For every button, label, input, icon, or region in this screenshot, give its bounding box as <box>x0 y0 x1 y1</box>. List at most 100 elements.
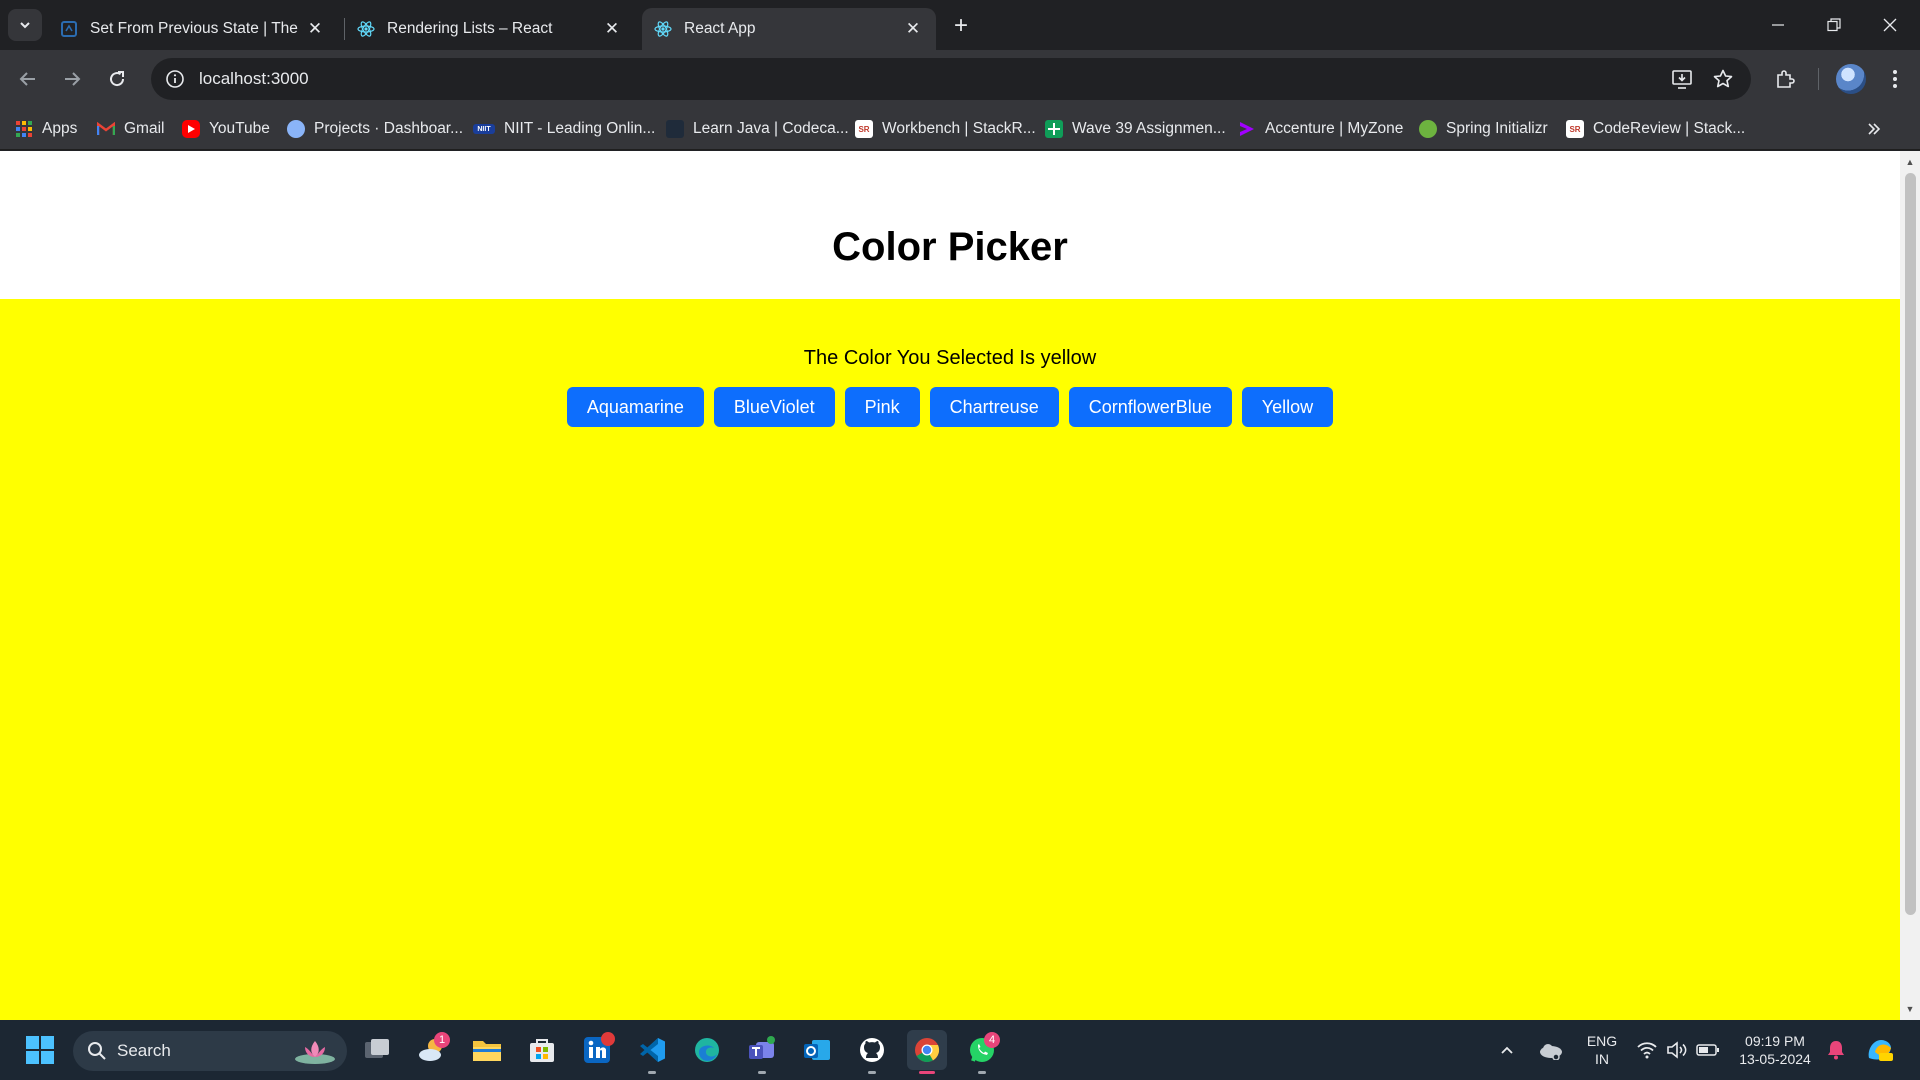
bookmark-projects-dashboard[interactable]: Projects · Dashboar... <box>287 108 463 150</box>
scrollbar-thumb[interactable] <box>1905 173 1916 915</box>
wifi-icon[interactable] <box>1632 1030 1662 1070</box>
bookmark-learn-java[interactable]: Learn Java | Codeca... <box>666 108 849 150</box>
sheets-icon <box>1045 120 1063 138</box>
notification-badge <box>601 1032 615 1046</box>
clock[interactable]: 09:19 PM 13-05-2024 <box>1730 1032 1820 1068</box>
copilot-icon[interactable] <box>1860 1030 1900 1070</box>
notification-badge: 1 <box>434 1032 450 1048</box>
running-indicator <box>919 1071 935 1074</box>
color-button-yellow[interactable]: Yellow <box>1241 387 1334 427</box>
scrimba-icon <box>60 20 78 38</box>
microsoft-store-icon[interactable] <box>522 1030 562 1070</box>
bookmark-niit[interactable]: NIIT NIIT - Leading Onlin... <box>473 108 655 150</box>
gmail-icon <box>97 120 115 138</box>
taskbar-search-box[interactable]: Search <box>73 1031 347 1071</box>
bookmark-wave-39[interactable]: Wave 39 Assignmen... <box>1045 108 1226 150</box>
bookmark-label: Learn Java | Codeca... <box>693 120 849 137</box>
tab-search-button[interactable] <box>8 9 42 41</box>
show-hidden-icons-button[interactable] <box>1493 1030 1521 1070</box>
bookmarks-overflow-button[interactable] <box>1862 117 1886 141</box>
arrow-left-icon <box>19 72 35 86</box>
notifications-bell-icon[interactable] <box>1822 1030 1850 1070</box>
site-info-icon[interactable] <box>155 59 195 99</box>
scroll-up-arrow-icon[interactable]: ▲ <box>1900 153 1920 171</box>
running-indicator <box>868 1071 876 1074</box>
weather-icon[interactable]: 1 <box>412 1030 452 1070</box>
close-icon[interactable]: ✕ <box>902 18 924 40</box>
color-button-row: Aquamarine BlueViolet Pink Chartreuse Co… <box>0 387 1900 427</box>
battery-icon[interactable] <box>1692 1030 1724 1070</box>
search-label: Search <box>117 1041 171 1060</box>
reload-button[interactable] <box>100 62 134 96</box>
close-icon[interactable]: ✕ <box>304 18 326 40</box>
close-window-button[interactable] <box>1862 0 1918 50</box>
bookmarks-bar: Apps Gmail YouTube Projects · Dashboar..… <box>0 108 1920 150</box>
running-indicator <box>758 1071 766 1074</box>
extensions-button[interactable] <box>1768 62 1802 96</box>
minimize-button[interactable] <box>1750 0 1806 50</box>
linkedin-icon[interactable] <box>577 1030 617 1070</box>
page-scrollbar[interactable]: ▲ ▼ <box>1900 151 1920 1020</box>
forward-button[interactable] <box>55 62 89 96</box>
tab-title: Rendering Lists – React <box>387 20 553 37</box>
close-icon[interactable]: ✕ <box>601 18 623 40</box>
task-view-icon[interactable] <box>357 1030 397 1070</box>
github-icon[interactable] <box>852 1030 892 1074</box>
bookmark-gmail[interactable]: Gmail <box>97 108 164 150</box>
bookmark-youtube[interactable]: YouTube <box>182 108 270 150</box>
page-title: Color Picker <box>832 225 1068 269</box>
install-app-button[interactable] <box>1665 62 1699 96</box>
minimize-icon <box>1772 24 1784 26</box>
browser-toolbar: localhost:3000 <box>0 50 1920 108</box>
bookmark-label: Gmail <box>124 120 165 137</box>
teams-icon[interactable] <box>742 1030 782 1074</box>
outlook-icon[interactable] <box>797 1030 837 1070</box>
react-icon <box>357 20 375 38</box>
restore-button[interactable] <box>1806 0 1862 50</box>
language-indicator[interactable]: ENG IN <box>1576 1032 1628 1068</box>
profile-avatar[interactable] <box>1836 64 1866 94</box>
whatsapp-icon[interactable]: 4 <box>962 1030 1002 1074</box>
tab-react-app[interactable]: React App ✕ <box>642 8 936 50</box>
arrow-right-icon <box>65 72 81 86</box>
file-explorer-icon[interactable] <box>467 1030 507 1070</box>
page-header: Color Picker <box>0 151 1900 299</box>
vscode-icon[interactable] <box>632 1030 672 1074</box>
puzzle-icon <box>1777 70 1795 88</box>
browser-menu-button[interactable] <box>1878 62 1912 96</box>
tab-set-from-previous-state[interactable]: Set From Previous State | The St ✕ <box>48 8 338 50</box>
color-button-chartreuse[interactable]: Chartreuse <box>929 387 1059 427</box>
clock-date: 13-05-2024 <box>1739 1051 1811 1067</box>
color-button-aquamarine[interactable]: Aquamarine <box>566 387 704 427</box>
bookmark-label: Accenture | MyZone <box>1265 120 1404 137</box>
bookmark-accenture[interactable]: Accenture | MyZone <box>1238 108 1403 150</box>
bookmark-workbench[interactable]: SR Workbench | StackR... <box>855 108 1036 150</box>
edge-icon[interactable] <box>687 1030 727 1070</box>
url-text[interactable]: localhost:3000 <box>199 69 309 89</box>
tab-rendering-lists[interactable]: Rendering Lists – React ✕ <box>345 8 635 50</box>
notification-badge: 4 <box>984 1032 1000 1048</box>
more-vertical-icon <box>1893 70 1897 88</box>
region-code: IN <box>1595 1051 1609 1067</box>
start-button[interactable] <box>20 1030 60 1070</box>
bookmark-star-button[interactable] <box>1706 62 1740 96</box>
color-button-blueviolet[interactable]: BlueViolet <box>713 387 835 427</box>
color-button-pink[interactable]: Pink <box>844 387 920 427</box>
install-icon <box>1672 70 1692 89</box>
spring-icon <box>1419 120 1437 138</box>
reload-icon <box>110 71 125 87</box>
bookmark-label: YouTube <box>209 120 270 137</box>
volume-icon[interactable] <box>1662 1030 1692 1070</box>
bookmark-apps[interactable]: Apps <box>15 108 77 150</box>
address-bar[interactable]: localhost:3000 <box>151 58 1751 100</box>
onedrive-icon[interactable] <box>1533 1030 1569 1070</box>
chrome-icon[interactable] <box>907 1030 947 1074</box>
new-tab-button[interactable]: + <box>947 12 975 40</box>
scroll-down-arrow-icon[interactable]: ▼ <box>1900 1000 1920 1018</box>
bookmark-spring-initializr[interactable]: Spring Initializr <box>1419 108 1548 150</box>
back-button[interactable] <box>11 62 45 96</box>
bookmark-codereview[interactable]: SR CodeReview | Stack... <box>1566 108 1745 150</box>
restore-icon <box>1827 18 1841 32</box>
color-button-cornflowerblue[interactable]: CornflowerBlue <box>1068 387 1232 427</box>
apps-grid-icon <box>15 120 33 138</box>
